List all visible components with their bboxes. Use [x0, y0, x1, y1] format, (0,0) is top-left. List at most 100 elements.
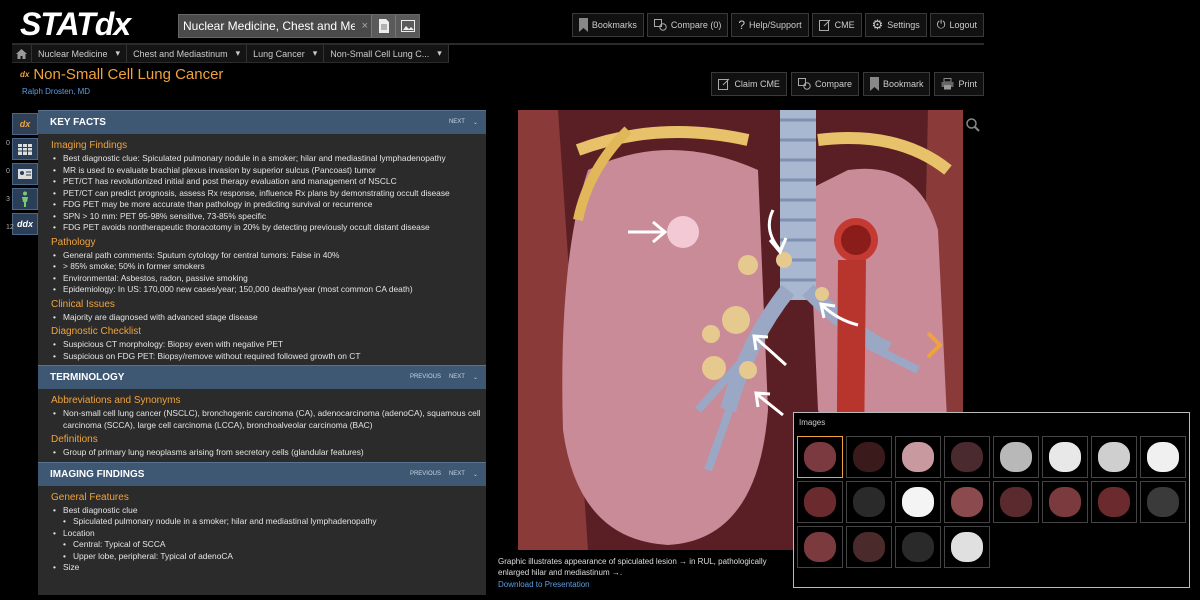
next-section-link[interactable]: NEXT	[449, 119, 465, 126]
breadcrumb: Nuclear Medicine ▾ Chest and Mediastinum ▾…	[12, 45, 449, 63]
subsection-heading: Diagnostic Checklist	[51, 326, 142, 337]
breadcrumb-item[interactable]: Non-Small Cell Lung C... ▾	[324, 45, 449, 62]
bullet-item: Spiculated pulmonary nodule in a smoker;…	[51, 516, 486, 528]
section-title: KEY FACTS	[50, 117, 106, 128]
previous-section-link[interactable]: PREVIOUS	[410, 374, 441, 381]
home-button[interactable]	[12, 45, 32, 62]
previous-section-link[interactable]: PREVIOUS	[410, 471, 441, 478]
image-thumbnail[interactable]	[1140, 481, 1186, 523]
bookmark-icon	[578, 18, 588, 32]
author-link[interactable]: Ralph Drosten, MD	[22, 87, 90, 96]
bullet-item: General path comments: Sputum cytology f…	[51, 250, 486, 262]
image-thumbnail[interactable]	[944, 526, 990, 568]
search-bar: ×	[178, 14, 420, 38]
bullet-item: Suspicious CT morphology: Biopsy even wi…	[51, 339, 486, 351]
image-thumbnail[interactable]	[1042, 436, 1088, 478]
zoom-button[interactable]	[966, 118, 980, 137]
next-section-link[interactable]: NEXT	[449, 374, 465, 381]
thumbnail-image	[1000, 442, 1032, 472]
topic-content-panel[interactable]: KEY FACTS NEXT ⌄ Imaging Findings Best di…	[38, 110, 486, 595]
subsection-heading: Imaging Findings	[51, 140, 128, 151]
bullet-list: Best diagnostic clue: Spiculated pulmona…	[51, 153, 486, 234]
image-thumbnail[interactable]	[944, 436, 990, 478]
image-thumbnail[interactable]	[797, 436, 843, 478]
bullet-list: Best diagnostic clueSpiculated pulmonary…	[51, 505, 486, 574]
dx-badge-icon: dx	[20, 70, 30, 79]
image-thumbnail[interactable]	[895, 436, 941, 478]
settings-button[interactable]: ⚙ Settings	[864, 13, 927, 37]
cme-button[interactable]: CME	[811, 13, 862, 37]
compare-page-button[interactable]: Compare	[790, 72, 859, 96]
bullet-item: Suspicious on FDG PET: Biopsy/remove wit…	[51, 351, 486, 363]
image-thumbnail[interactable]	[1042, 481, 1088, 523]
image-search-button[interactable]	[395, 15, 419, 37]
gear-icon: ⚙	[871, 17, 884, 32]
breadcrumb-label: Chest and Mediastinum	[133, 48, 228, 59]
dx-tab[interactable]: dx	[12, 113, 38, 135]
image-thumbnail[interactable]	[993, 436, 1039, 478]
bullet-item: Majority are diagnosed with advanced sta…	[51, 312, 486, 324]
section-nav: PREVIOUS NEXT ⌄	[410, 374, 478, 381]
bookmark-page-button[interactable]: Bookmark	[862, 72, 931, 96]
compare-button[interactable]: Compare (0)	[646, 13, 729, 37]
thumbnail-image	[1049, 442, 1081, 472]
image-thumbnail[interactable]	[797, 526, 843, 568]
bullet-item: FDG PET may be more accurate than pathol…	[51, 199, 486, 211]
image-thumbnail[interactable]	[1091, 481, 1137, 523]
next-section-link[interactable]: NEXT	[449, 471, 465, 478]
bookmarks-button[interactable]: Bookmarks	[571, 13, 644, 37]
breadcrumb-item[interactable]: Lung Cancer ▾	[247, 45, 325, 62]
print-button[interactable]: Print	[934, 72, 984, 96]
thumbnail-image	[804, 487, 836, 517]
image-thumbnail[interactable]	[1091, 436, 1137, 478]
download-to-presentation-link[interactable]: Download to Presentation	[498, 580, 590, 589]
image-thumbnails-panel: Images	[793, 412, 1190, 588]
ddx-tab[interactable]: ddx	[12, 213, 38, 235]
chevron-down-icon[interactable]: ⌄	[473, 471, 478, 478]
image-thumbnail[interactable]	[993, 481, 1039, 523]
statdx-logo[interactable]: STATdx	[20, 6, 131, 43]
claim-cme-button[interactable]: Claim CME	[711, 72, 787, 96]
image-thumbnail[interactable]	[846, 436, 892, 478]
imaging-findings-header[interactable]: IMAGING FINDINGS PREVIOUS NEXT ⌄	[38, 461, 486, 486]
bullet-item: PET/CT can predict prognosis, assess Rx …	[51, 188, 486, 200]
thumbnail-image	[1147, 487, 1179, 517]
image-thumbnail[interactable]	[1140, 436, 1186, 478]
subsection-heading: General Features	[51, 491, 129, 503]
image-thumbnail[interactable]	[895, 481, 941, 523]
terminology-header[interactable]: TERMINOLOGY PREVIOUS NEXT ⌄	[38, 365, 486, 389]
bullet-item: PET/CT has revolutionized initial and po…	[51, 176, 486, 188]
thumbnail-image	[951, 532, 983, 562]
breadcrumb-item[interactable]: Chest and Mediastinum ▾	[127, 45, 248, 62]
bullet-item: FDG PET avoids nontherapeutic thoracotom…	[51, 222, 486, 234]
breadcrumb-item[interactable]: Nuclear Medicine ▾	[32, 45, 128, 62]
help-button[interactable]: ? Help/Support	[731, 13, 809, 37]
rail-count: 3	[6, 196, 10, 203]
edit-icon	[718, 78, 730, 90]
image-thumbnail[interactable]	[944, 481, 990, 523]
bullet-list: Non-small cell lung cancer (NSCLC), bron…	[51, 408, 486, 431]
image-thumbnail[interactable]	[797, 481, 843, 523]
anatomy-tab[interactable]	[12, 188, 38, 210]
rail-count: 0	[6, 140, 10, 147]
chevron-down-icon[interactable]: ⌄	[473, 119, 478, 126]
thumbnail-image	[1049, 487, 1081, 517]
main-toolbar: Bookmarks Compare (0) ? Help/Support CME…	[571, 13, 984, 37]
image-thumbnail[interactable]	[846, 481, 892, 523]
key-facts-header[interactable]: KEY FACTS NEXT ⌄	[38, 110, 486, 134]
bookmarks-label: Bookmarks	[591, 20, 637, 30]
search-input[interactable]	[179, 15, 359, 37]
next-image-button[interactable]	[924, 330, 944, 365]
image-thumbnail[interactable]	[846, 526, 892, 568]
clear-search-button[interactable]: ×	[359, 20, 371, 32]
chevron-down-icon[interactable]: ⌄	[473, 374, 478, 381]
thumbnail-image	[853, 487, 885, 517]
bullet-item: Location	[51, 528, 486, 540]
document-search-button[interactable]	[371, 15, 395, 37]
tool-rail: dx 0 0 3 12 ddx	[6, 110, 38, 238]
image-thumbnail[interactable]	[895, 526, 941, 568]
power-icon: ⏻	[936, 18, 946, 31]
logout-button[interactable]: ⏻ Logout	[929, 13, 984, 37]
cases-tab[interactable]	[12, 163, 38, 185]
tables-tab[interactable]	[12, 138, 38, 160]
